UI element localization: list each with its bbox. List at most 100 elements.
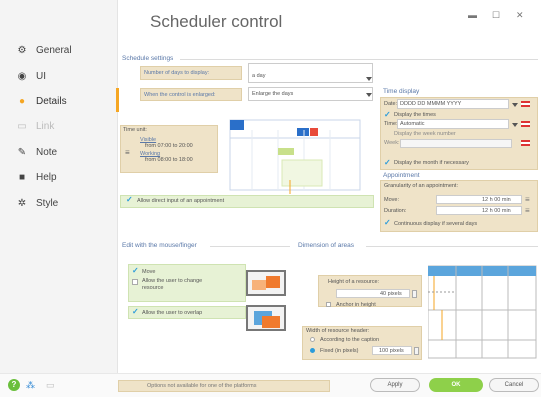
chevron-down-icon bbox=[512, 123, 518, 127]
caption-option: According to the caption bbox=[320, 337, 380, 343]
height-stepper[interactable] bbox=[412, 290, 417, 298]
sidebar-item-label: Style bbox=[36, 197, 59, 209]
ok-button[interactable]: OK bbox=[429, 378, 483, 392]
link-icon: ▭ bbox=[17, 120, 27, 132]
enlarged-label: When the control is enlarged: bbox=[144, 92, 216, 98]
flag-icon bbox=[521, 140, 530, 146]
check-icon: ✓ bbox=[384, 218, 391, 227]
appointment-label: Appointment bbox=[383, 172, 420, 179]
close-button[interactable]: ✕ bbox=[516, 10, 524, 21]
days-select[interactable] bbox=[248, 63, 373, 83]
cancel-button[interactable]: Cancel bbox=[489, 378, 539, 392]
change-resource-label: Allow the user to change resource bbox=[142, 278, 203, 291]
divider bbox=[210, 246, 290, 247]
page-title: Scheduler control bbox=[150, 12, 283, 31]
divider bbox=[366, 246, 538, 247]
week-field bbox=[400, 139, 512, 148]
chevron-down-icon bbox=[366, 93, 372, 97]
apply-button[interactable]: Apply bbox=[370, 378, 420, 392]
height-label: Height of a resource: bbox=[328, 279, 380, 285]
sidebar-item-details[interactable]: ● Details bbox=[16, 92, 116, 110]
chevron-down-icon bbox=[512, 103, 518, 107]
help-icon: ■ bbox=[18, 171, 26, 183]
sidebar-item-label: Details bbox=[36, 95, 67, 107]
gear-icon: ⚙ bbox=[17, 44, 27, 56]
anchor-label: Anchor in height bbox=[336, 302, 376, 308]
chevron-down-icon bbox=[366, 77, 372, 81]
display-times-label: Display the times bbox=[394, 112, 436, 118]
sidebar-item-label: General bbox=[36, 44, 72, 56]
check-icon: ✓ bbox=[384, 110, 391, 119]
anchor-checkbox[interactable] bbox=[326, 302, 331, 307]
move-value: 12 h 00 min bbox=[482, 197, 511, 203]
check-icon: ✓ bbox=[126, 195, 133, 204]
check-icon: ✓ bbox=[132, 307, 139, 316]
schedule-settings-label: Schedule settings bbox=[122, 55, 174, 62]
continuous-label: Continuous display if several days bbox=[394, 221, 478, 227]
network-icon[interactable]: ⁂ bbox=[26, 380, 35, 391]
enlarged-value: Enlarge the days bbox=[252, 91, 294, 97]
display-month-label: Display the month if necessary bbox=[394, 160, 469, 166]
sidebar-item-ui[interactable]: ◉ UI bbox=[16, 67, 116, 85]
flag-icon[interactable] bbox=[521, 121, 530, 127]
change-resource-checkbox[interactable] bbox=[132, 279, 138, 285]
check-icon: ✓ bbox=[384, 158, 391, 167]
fixed-value: 100 pixels bbox=[379, 348, 404, 354]
direct-input-label: Allow direct input of an appointment bbox=[137, 198, 225, 204]
fixed-stepper[interactable] bbox=[414, 347, 419, 355]
time-label: Time: bbox=[384, 121, 398, 127]
date-value: DDDD DD MMMM YYYY bbox=[400, 101, 462, 107]
days-value: a day bbox=[252, 73, 266, 79]
edit-section-label: Edit with the mouse/finger bbox=[122, 242, 197, 249]
scheduler-preview bbox=[229, 119, 361, 194]
ui-icon: ◉ bbox=[17, 70, 27, 82]
note-icon: ✎ bbox=[17, 146, 27, 158]
grid-lines-icon: ≡ bbox=[125, 148, 130, 157]
sidebar-item-general[interactable]: ⚙ General bbox=[16, 41, 116, 59]
minimize-button[interactable]: ▬ bbox=[468, 10, 477, 20]
sidebar-item-label: Note bbox=[36, 146, 58, 158]
sidebar-item-help[interactable]: ■ Help bbox=[16, 168, 116, 186]
check-icon: ✓ bbox=[132, 266, 139, 275]
date-label: Date: bbox=[384, 101, 398, 107]
sidebar-item-label: Help bbox=[36, 171, 57, 183]
overlap-label: Allow the user to overlap bbox=[142, 310, 203, 316]
overlap-preview-icon bbox=[246, 305, 286, 331]
week-label: Week: bbox=[384, 140, 400, 146]
duration-value: 12 h 00 min bbox=[482, 208, 511, 214]
details-icon: ● bbox=[18, 95, 26, 107]
keyboard-icon[interactable]: ▭ bbox=[46, 380, 55, 391]
move-option-label[interactable]: Move bbox=[142, 269, 155, 275]
sidebar-item-link[interactable]: ▭ Link bbox=[16, 117, 116, 135]
stepper-icon[interactable]: ≡ bbox=[525, 195, 530, 204]
working-range: from 08:00 to 18:00 bbox=[145, 157, 193, 163]
time-value: Automatic bbox=[400, 121, 425, 127]
duration-label: Duration: bbox=[384, 208, 407, 214]
days-label: Number of days to display: bbox=[144, 70, 210, 76]
sidebar-item-label: UI bbox=[36, 70, 46, 82]
time-unit-label: Time unit: bbox=[123, 127, 147, 133]
divider bbox=[180, 59, 538, 60]
height-value: 40 pixels bbox=[380, 291, 402, 297]
flag-icon[interactable] bbox=[521, 101, 530, 107]
footer-note: Options not available for one of the pla… bbox=[147, 383, 257, 389]
stepper-icon[interactable]: ≡ bbox=[525, 206, 530, 215]
width-label: Width of resource header: bbox=[306, 328, 370, 334]
fixed-radio[interactable] bbox=[310, 348, 315, 353]
caption-radio[interactable] bbox=[310, 337, 315, 342]
help-circle-icon[interactable]: ? bbox=[8, 379, 20, 391]
granularity-label: Granularity of an appointment: bbox=[384, 183, 458, 189]
sidebar-item-style[interactable]: ✲ Style bbox=[16, 194, 116, 212]
dimension-section-label: Dimension of areas bbox=[298, 242, 354, 249]
visible-range: from 07:00 to 20:00 bbox=[145, 143, 193, 149]
active-indicator bbox=[116, 88, 119, 112]
display-week-label: Display the week number bbox=[394, 131, 456, 137]
sidebar-item-label: Link bbox=[36, 120, 55, 132]
time-display-label: Time display bbox=[383, 88, 420, 95]
sidebar-item-note[interactable]: ✎ Note bbox=[16, 143, 116, 161]
move-label: Move: bbox=[384, 197, 399, 203]
maximize-button[interactable]: ☐ bbox=[492, 10, 500, 21]
style-icon: ✲ bbox=[17, 197, 27, 209]
resource-grid-preview bbox=[428, 265, 537, 359]
fixed-option: Fixed (in pixels) bbox=[320, 348, 359, 354]
